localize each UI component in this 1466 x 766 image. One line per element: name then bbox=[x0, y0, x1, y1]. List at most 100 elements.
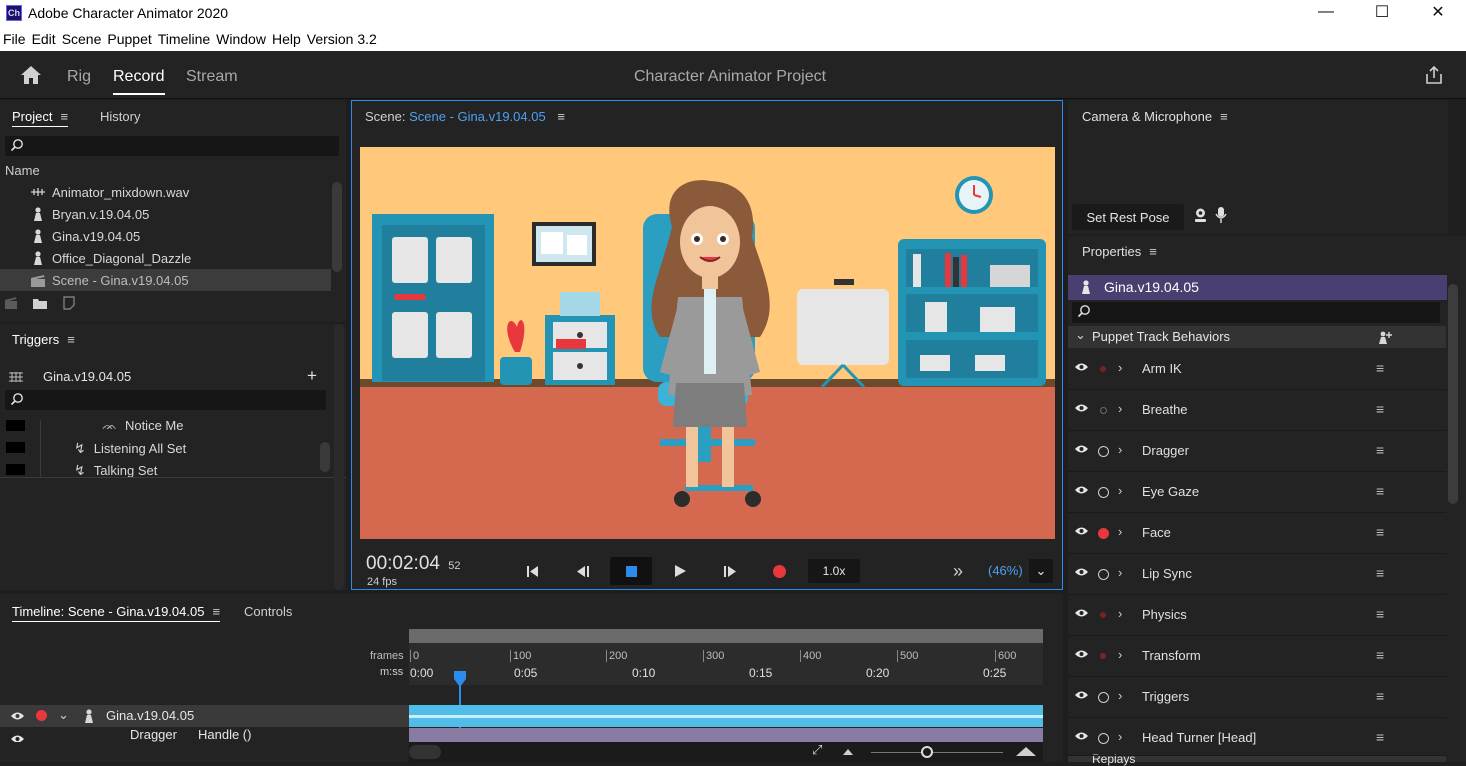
chevron-down-icon[interactable]: ⌄ bbox=[58, 707, 69, 723]
eye-icon[interactable] bbox=[1074, 690, 1089, 700]
behavior-row[interactable]: › Transform ≡ bbox=[1068, 636, 1446, 677]
properties-scrollbar[interactable] bbox=[1448, 284, 1458, 504]
triggers-menu-icon[interactable]: ≡ bbox=[67, 332, 75, 347]
list-item[interactable]: Animator_mixdown.wav bbox=[0, 181, 330, 203]
puppet-track-header[interactable]: ⌄ Gina.v19.04.05 bbox=[0, 705, 409, 727]
puppet-track-bar[interactable] bbox=[409, 705, 1043, 727]
eye-icon[interactable] bbox=[1074, 362, 1089, 372]
set-rest-pose-button[interactable]: Set Rest Pose bbox=[1072, 204, 1184, 230]
record-arm-icon[interactable] bbox=[1098, 692, 1109, 703]
behavior-row[interactable]: › Physics ≡ bbox=[1068, 595, 1446, 636]
record-arm-icon[interactable] bbox=[36, 710, 47, 721]
chevron-right-icon[interactable]: › bbox=[1118, 360, 1122, 375]
record-arm-icon[interactable] bbox=[1098, 528, 1109, 539]
eye-icon[interactable] bbox=[10, 711, 25, 721]
add-trigger-button[interactable]: + bbox=[307, 366, 317, 386]
trigger-item[interactable]: ↯ Listening All Set bbox=[74, 437, 186, 459]
record-arm-icon[interactable] bbox=[1100, 653, 1106, 659]
eye-icon[interactable] bbox=[1074, 526, 1089, 536]
chevron-right-icon[interactable]: › bbox=[1118, 688, 1122, 703]
eye-icon[interactable] bbox=[1074, 731, 1089, 741]
behavior-menu-icon[interactable]: ≡ bbox=[1376, 483, 1384, 499]
scene-name-link[interactable]: Scene - Gina.v19.04.05 bbox=[409, 109, 546, 124]
project-menu-icon[interactable]: ≡ bbox=[60, 109, 68, 124]
replays-header[interactable]: Replays bbox=[1068, 752, 1446, 766]
zoom-slider-handle[interactable] bbox=[921, 746, 933, 758]
behavior-row[interactable]: › Triggers ≡ bbox=[1068, 677, 1446, 718]
trigger-item[interactable]: ᨏ Notice Me bbox=[102, 420, 183, 436]
tab-project[interactable]: Project ≡ bbox=[12, 109, 69, 127]
maximize-button[interactable]: ☐ bbox=[1354, 0, 1410, 24]
triggers-scrollbar[interactable] bbox=[320, 442, 330, 472]
behavior-menu-icon[interactable]: ≡ bbox=[1376, 729, 1384, 745]
record-arm-icon[interactable] bbox=[1100, 612, 1106, 618]
chevron-right-icon[interactable]: › bbox=[1118, 401, 1122, 416]
time-ruler[interactable] bbox=[409, 643, 1043, 685]
list-item-selected[interactable]: Scene - Gina.v19.04.05 bbox=[0, 269, 331, 291]
timeline-menu-icon[interactable]: ≡ bbox=[212, 604, 220, 619]
menu-help[interactable]: Help bbox=[272, 31, 301, 47]
new-scene-icon[interactable] bbox=[4, 296, 18, 310]
behavior-menu-icon[interactable]: ≡ bbox=[1376, 606, 1384, 622]
record-arm-icon[interactable] bbox=[1100, 366, 1106, 372]
menu-edit[interactable]: Edit bbox=[32, 31, 56, 47]
eye-icon[interactable] bbox=[1074, 444, 1089, 454]
record-arm-icon[interactable] bbox=[1098, 487, 1109, 498]
chevron-down-icon[interactable]: ⌄ bbox=[1075, 327, 1086, 343]
behavior-menu-icon[interactable]: ≡ bbox=[1376, 401, 1384, 417]
camera-toggle-icon[interactable] bbox=[1193, 207, 1208, 224]
properties-menu-icon[interactable]: ≡ bbox=[1149, 244, 1157, 259]
behavior-row[interactable]: › Head Turner [Head] ≡ bbox=[1068, 718, 1446, 756]
mountain-small-icon[interactable] bbox=[842, 748, 854, 756]
record-arm-icon[interactable] bbox=[1100, 407, 1107, 414]
chevron-right-icon[interactable]: › bbox=[1118, 565, 1122, 580]
playback-speed[interactable]: 1.0x bbox=[808, 559, 860, 583]
chevron-right-icon[interactable]: › bbox=[1118, 606, 1122, 621]
add-behavior-icon[interactable] bbox=[1378, 331, 1392, 344]
step-forward-icon[interactable] bbox=[723, 565, 739, 578]
close-button[interactable]: ✕ bbox=[1410, 0, 1466, 24]
behavior-menu-icon[interactable]: ≡ bbox=[1376, 565, 1384, 581]
menu-window[interactable]: Window bbox=[216, 31, 266, 47]
project-search-input[interactable] bbox=[5, 136, 339, 156]
list-item[interactable]: Bryan.v.19.04.05 bbox=[0, 203, 330, 225]
list-item[interactable]: Gina.v19.04.05 bbox=[0, 225, 330, 247]
play-icon[interactable] bbox=[674, 564, 687, 578]
stop-button[interactable] bbox=[610, 557, 652, 585]
zoom-dropdown[interactable]: ⌄ bbox=[1029, 559, 1053, 583]
chevron-right-icon[interactable]: › bbox=[1118, 483, 1122, 498]
tab-controls[interactable]: Controls bbox=[244, 604, 292, 619]
menu-file[interactable]: File bbox=[3, 31, 26, 47]
new-item-icon[interactable] bbox=[62, 296, 76, 310]
dragger-track-bar[interactable] bbox=[409, 728, 1043, 742]
record-arm-icon[interactable] bbox=[1098, 733, 1109, 744]
behavior-menu-icon[interactable]: ≡ bbox=[1376, 647, 1384, 663]
record-arm-icon[interactable] bbox=[1098, 446, 1109, 457]
go-to-start-icon[interactable] bbox=[526, 565, 540, 578]
folder-icon[interactable] bbox=[32, 297, 48, 309]
properties-search-input[interactable] bbox=[1072, 302, 1440, 323]
behavior-menu-icon[interactable]: ≡ bbox=[1376, 688, 1384, 704]
minimize-button[interactable]: — bbox=[1298, 0, 1354, 24]
more-options-button[interactable]: » bbox=[953, 561, 963, 582]
eye-icon[interactable] bbox=[1074, 403, 1089, 413]
name-column-header[interactable]: Name bbox=[5, 163, 40, 178]
record-button[interactable] bbox=[773, 565, 786, 578]
chevron-right-icon[interactable]: › bbox=[1118, 729, 1122, 744]
behavior-menu-icon[interactable]: ≡ bbox=[1376, 360, 1384, 376]
behavior-menu-icon[interactable]: ≡ bbox=[1376, 524, 1384, 540]
list-item[interactable]: Office_Diagonal_Dazzle bbox=[0, 247, 330, 269]
triggers-search-input[interactable] bbox=[5, 390, 326, 410]
menu-puppet[interactable]: Puppet bbox=[107, 31, 151, 47]
chevron-right-icon[interactable]: › bbox=[1118, 647, 1122, 662]
timeline-h-scrollbar[interactable] bbox=[409, 745, 441, 759]
share-icon[interactable] bbox=[1424, 65, 1444, 85]
behavior-row[interactable]: › Dragger ≡ bbox=[1068, 431, 1446, 472]
eye-icon[interactable] bbox=[1074, 608, 1089, 618]
tab-history[interactable]: History bbox=[100, 109, 140, 124]
scene-canvas[interactable] bbox=[360, 147, 1055, 539]
eye-icon[interactable] bbox=[10, 734, 25, 742]
sub-track-row[interactable]: Dragger Handle () bbox=[0, 728, 409, 742]
mountain-large-icon[interactable] bbox=[1015, 746, 1037, 757]
tab-timeline[interactable]: Timeline: Scene - Gina.v19.04.05 ≡ bbox=[12, 604, 221, 622]
